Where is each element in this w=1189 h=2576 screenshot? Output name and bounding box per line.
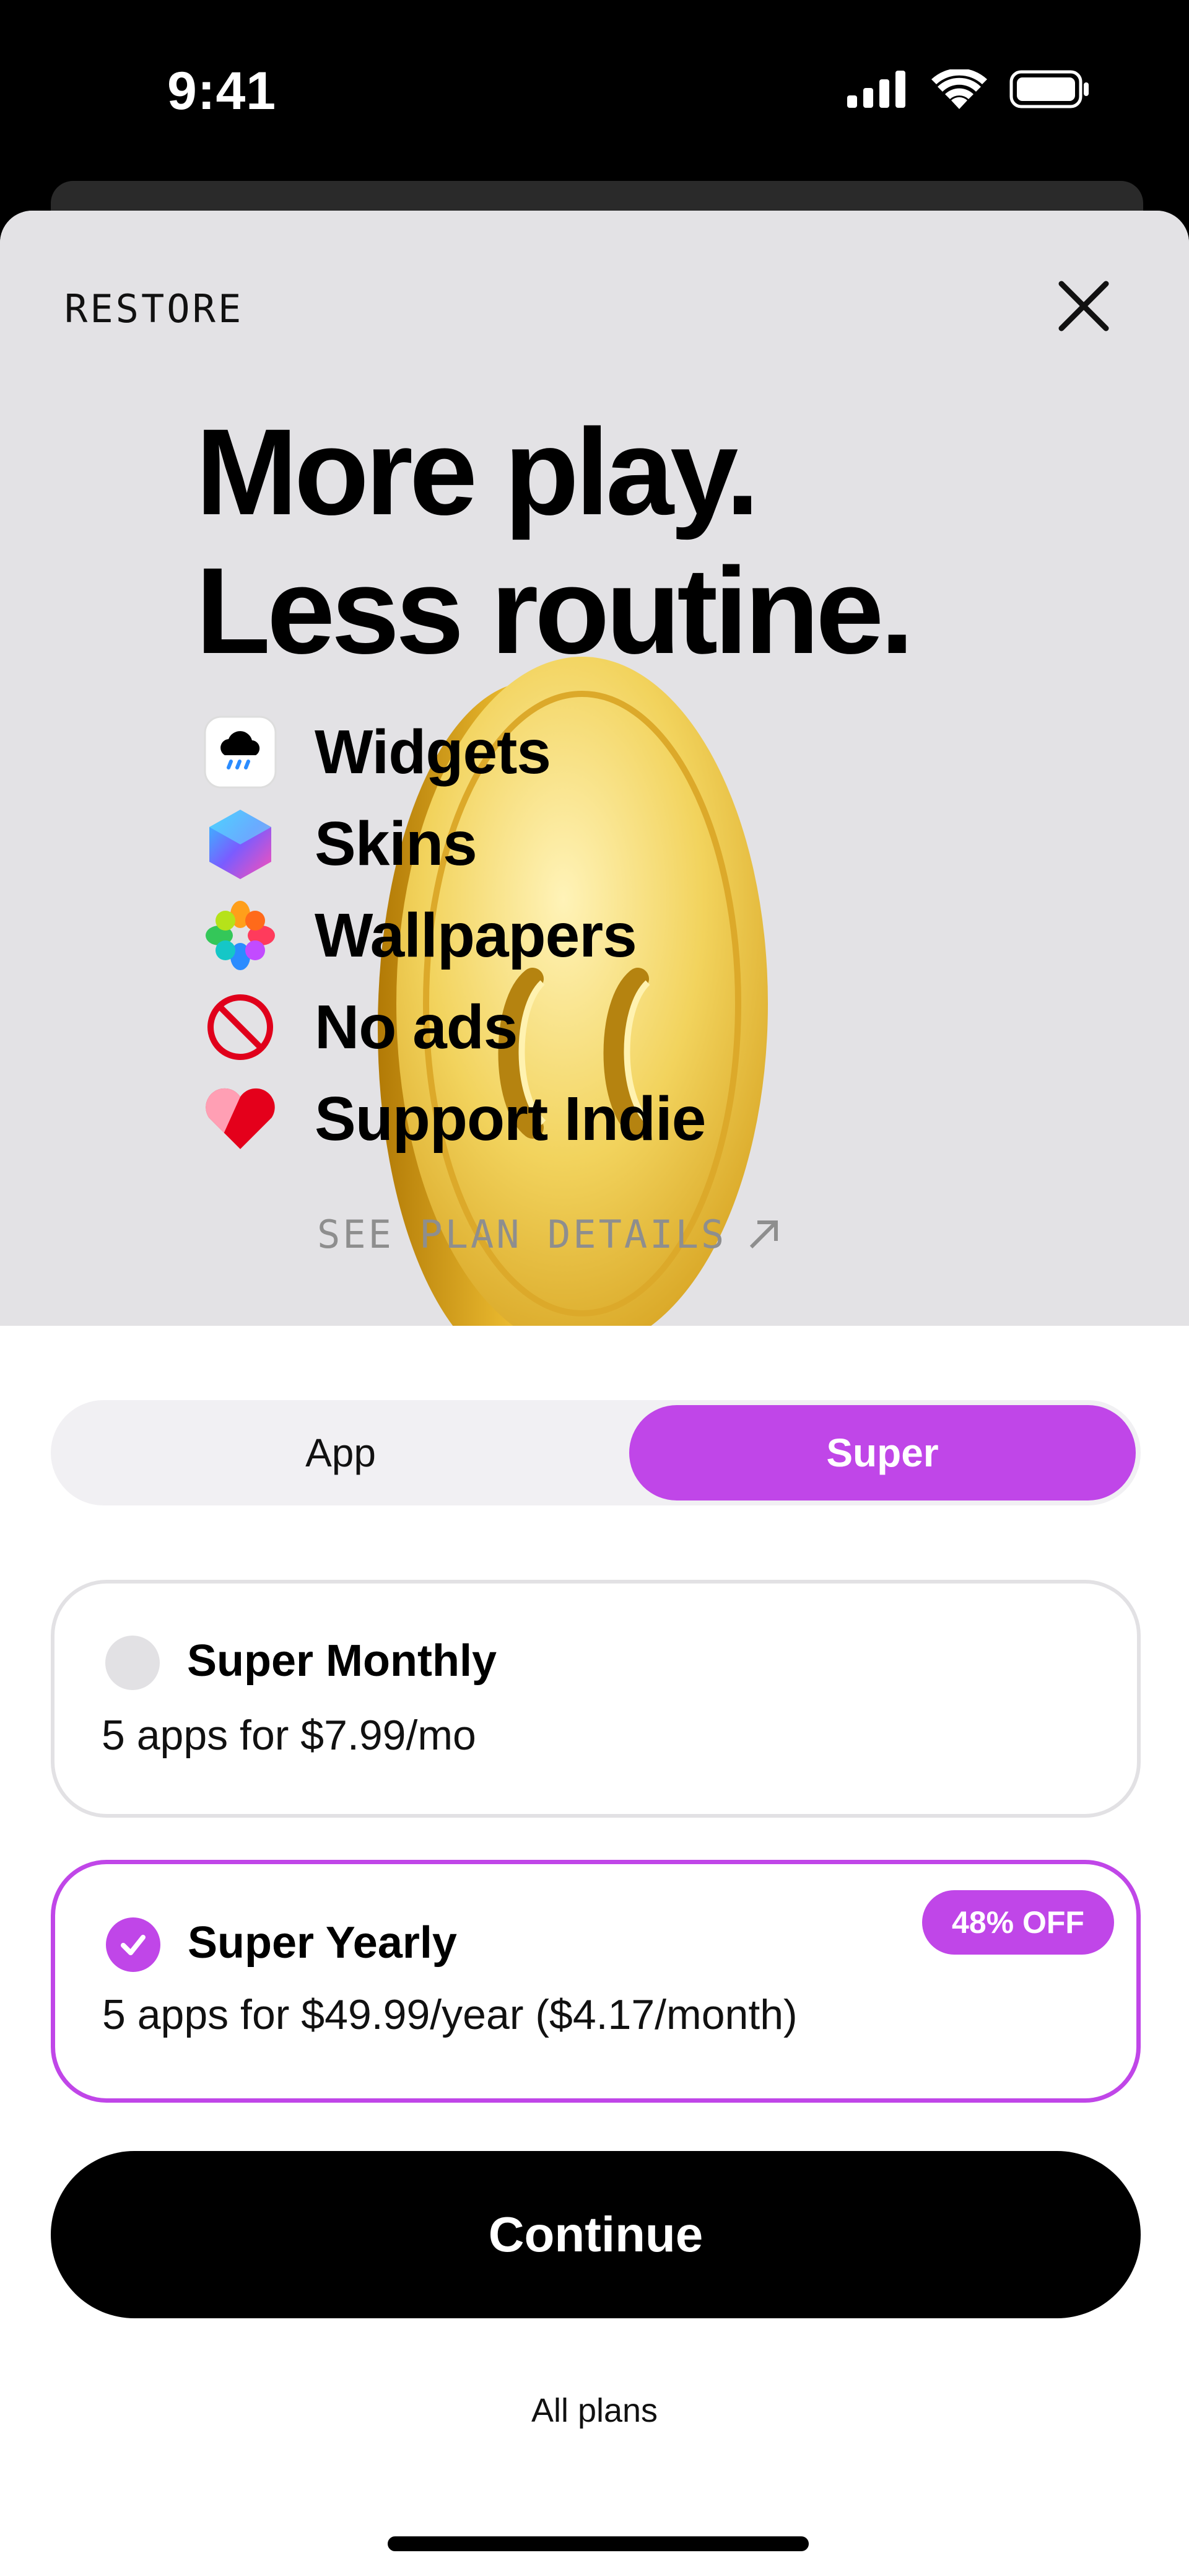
segment-super[interactable]: Super <box>629 1405 1136 1500</box>
plan-type-segmented-control: App Super <box>51 1400 1141 1505</box>
plan-title: Super Yearly <box>188 1918 457 1968</box>
feature-label: Support Indie <box>315 1084 706 1154</box>
checkmark-icon <box>121 1935 146 1955</box>
headline-line-1: More play. <box>196 403 760 540</box>
radio-unselected[interactable] <box>105 1636 160 1690</box>
feature-item-wallpapers: Wallpapers <box>203 890 705 981</box>
hexagon-cube-icon <box>203 807 277 881</box>
wifi-icon <box>931 69 987 109</box>
feature-item-support-indie: Support Indie <box>203 1073 706 1165</box>
radio-selected[interactable] <box>106 1917 160 1972</box>
see-plan-details-link[interactable]: SEE PLAN DETAILS <box>317 1212 782 1257</box>
heart-icon <box>203 1082 277 1156</box>
plan-option-super-monthly[interactable]: Super Monthly 5 apps for $7.99/mo <box>51 1580 1141 1818</box>
feature-label: No ads <box>315 992 518 1062</box>
plan-option-super-yearly[interactable]: Super Yearly 5 apps for $49.99/year ($4.… <box>51 1860 1141 2103</box>
paywall-sheet: RESTORE More play. Less routine. Widgets <box>0 211 1189 2576</box>
status-bar: 9:41 <box>0 0 1189 186</box>
plan-title: Super Monthly <box>187 1636 497 1686</box>
feature-label: Wallpapers <box>315 900 637 970</box>
all-plans-link[interactable]: All plans <box>0 2391 1189 2430</box>
cloud-rain-widget-icon <box>203 715 277 789</box>
feature-label: Skins <box>315 808 477 878</box>
restore-button[interactable]: RESTORE <box>64 286 243 331</box>
home-indicator <box>388 2536 809 2551</box>
feature-item-no-ads: No ads <box>203 981 705 1073</box>
plan-description: 5 apps for $49.99/year ($4.17/month) <box>102 1991 798 2038</box>
segment-app[interactable]: App <box>56 1405 625 1500</box>
discount-badge: 48% OFF <box>922 1890 1114 1955</box>
feature-list: Widgets Skins Wallpapers No ads Support … <box>203 706 706 1165</box>
status-time: 9:41 <box>167 61 277 121</box>
prohibited-icon <box>203 990 277 1064</box>
hero-section: RESTORE More play. Less routine. Widgets <box>0 211 1189 1326</box>
battery-icon <box>1009 70 1089 108</box>
status-icons <box>847 69 1090 109</box>
flower-icon <box>203 898 277 973</box>
feature-item-skins: Skins <box>203 798 705 890</box>
feature-item-widgets: Widgets <box>203 706 705 798</box>
plan-details-label: SEE PLAN DETAILS <box>317 1212 727 1257</box>
plan-description: 5 apps for $7.99/mo <box>102 1712 476 1759</box>
feature-label: Widgets <box>315 717 551 787</box>
close-icon[interactable] <box>1053 275 1115 337</box>
arrow-up-right-icon <box>750 1220 778 1248</box>
headline-line-2: Less routine. <box>196 542 914 679</box>
continue-button[interactable]: Continue <box>51 2151 1141 2318</box>
headline: More play. Less routine. <box>196 403 914 680</box>
cellular-signal-icon <box>847 71 905 108</box>
